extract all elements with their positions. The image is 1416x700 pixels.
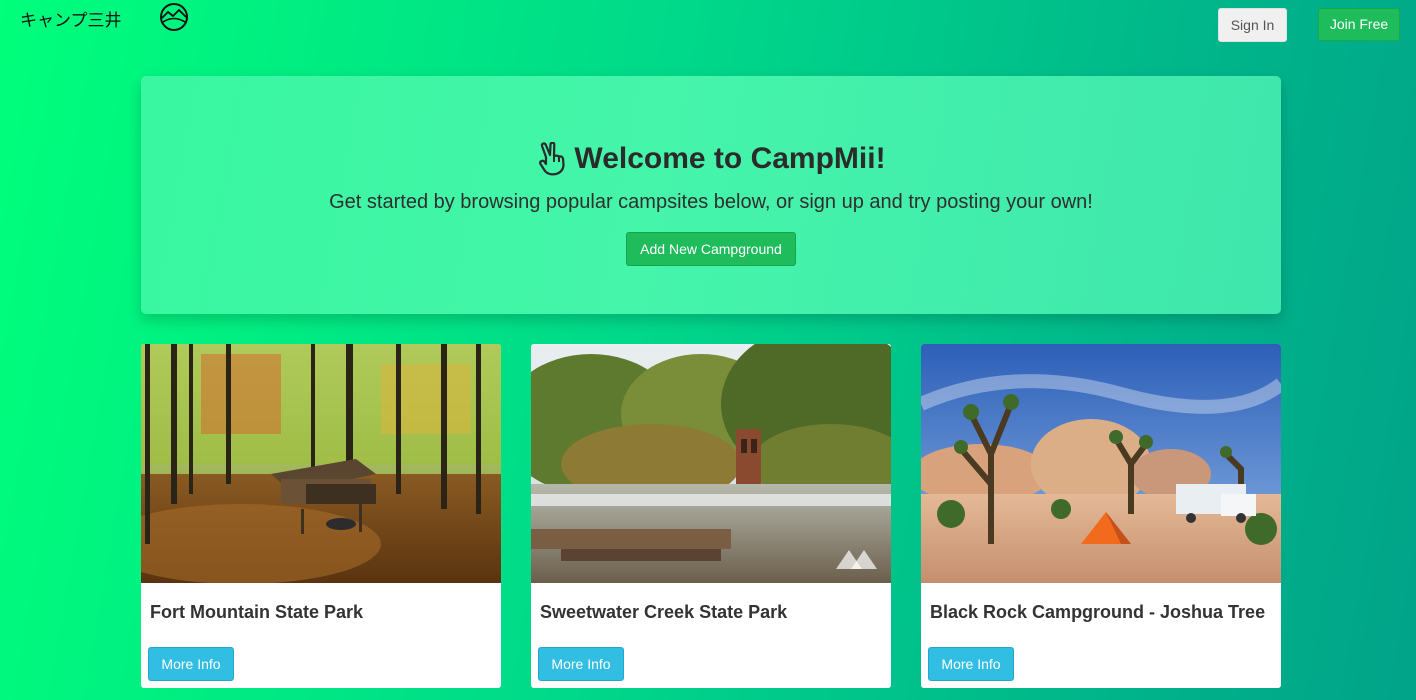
welcome-subtitle: Get started by browsing popular campsite… — [329, 191, 1093, 213]
join-free-button[interactable]: Join Free — [1318, 8, 1400, 41]
more-info-button[interactable]: More Info — [538, 647, 624, 681]
campground-card: Sweetwater Creek State Park More Info — [531, 344, 891, 688]
peace-hand-icon — [539, 142, 566, 176]
add-new-campground-button[interactable]: Add New Campground — [626, 232, 796, 266]
campground-image[interactable] — [531, 344, 891, 583]
campground-image[interactable] — [141, 344, 501, 583]
mountain-circle-icon[interactable] — [158, 2, 190, 32]
more-info-button[interactable]: More Info — [148, 647, 234, 681]
welcome-heading: Welcome to CampMii! — [141, 142, 1281, 176]
brand-name[interactable]: キャンプ三井 — [20, 6, 122, 31]
campground-image[interactable] — [921, 344, 1281, 583]
welcome-title: Welcome to CampMii! — [574, 142, 886, 175]
more-info-button[interactable]: More Info — [928, 647, 1014, 681]
sign-in-button[interactable]: Sign In — [1218, 8, 1287, 42]
campground-card: Fort Mountain State Park More Info — [141, 344, 501, 688]
welcome-jumbotron: Welcome to CampMii! Get started by brows… — [141, 76, 1281, 314]
campground-card: Black Rock Campground - Joshua Tree More… — [921, 344, 1281, 688]
campground-name[interactable]: Fort Mountain State Park — [150, 602, 363, 623]
campground-name[interactable]: Black Rock Campground - Joshua Tree — [930, 602, 1265, 623]
campground-name[interactable]: Sweetwater Creek State Park — [540, 602, 787, 623]
